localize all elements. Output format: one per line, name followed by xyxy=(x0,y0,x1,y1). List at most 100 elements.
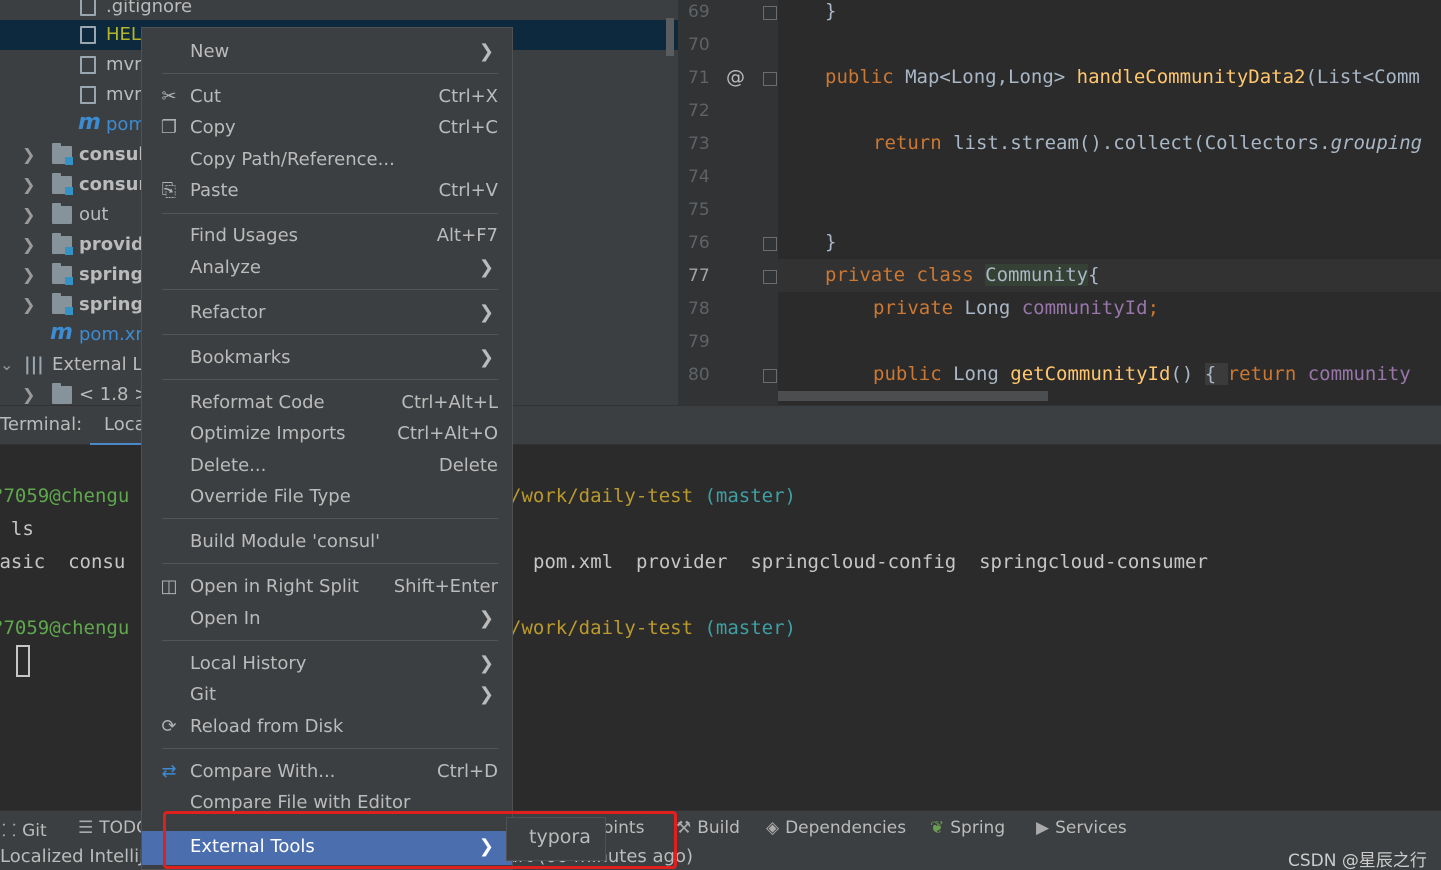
chevron-right-icon: ❯ xyxy=(478,41,494,62)
chevron-right-icon[interactable]: ❯ xyxy=(22,380,36,405)
tree-item-gitignore[interactable]: .gitignore xyxy=(0,0,678,22)
menu-item-copy-path[interactable]: Copy Path/Reference... xyxy=(142,144,512,176)
menu-item-build-module[interactable]: Build Module 'consul' xyxy=(142,526,512,558)
code-line-77: private class Community{ xyxy=(825,264,1100,286)
menu-item-reformat-code[interactable]: Reformat Code Ctrl+Alt+L xyxy=(142,387,512,419)
git-tool-button[interactable]: ⸬ Git xyxy=(2,818,47,841)
module-folder-icon xyxy=(52,293,73,315)
line-number: 74 xyxy=(688,167,710,187)
chevron-right-icon[interactable]: ❯ xyxy=(22,170,36,200)
chevron-right-icon: ❯ xyxy=(478,684,494,705)
menu-item-bookmarks[interactable]: Bookmarks ❯ xyxy=(142,342,512,374)
code-line-80: public Long getCommunityId() { return co… xyxy=(873,363,1411,385)
chevron-down-icon[interactable]: ⌄ xyxy=(0,350,14,380)
menu-item-optimize-imports[interactable]: Optimize Imports Ctrl+Alt+O xyxy=(142,418,512,450)
maven-icon: m xyxy=(78,110,101,135)
file-icon xyxy=(80,86,96,104)
reload-icon: ⟳ xyxy=(161,716,177,737)
menu-item-copy[interactable]: ❐ Copy Ctrl+C xyxy=(142,112,512,144)
script-file-icon xyxy=(80,56,96,74)
fold-start-icon[interactable] xyxy=(763,72,777,86)
layers-icon: ◈ xyxy=(766,818,780,838)
menu-item-override-file-type[interactable]: Override File Type xyxy=(142,481,512,513)
list-icon: ☰ xyxy=(78,818,94,838)
jdk-folder-icon xyxy=(52,383,72,404)
hammer-icon: ⚒ xyxy=(676,818,692,838)
module-folder-icon xyxy=(52,263,73,285)
menu-item-paste[interactable]: ⎘ Paste Ctrl+V xyxy=(142,175,512,207)
tree-scrollbar[interactable] xyxy=(666,18,674,56)
code-editor[interactable]: 69 70 71 72 73 74 75 76 77 78 79 80 @ } … xyxy=(678,0,1441,405)
menu-separator xyxy=(162,73,498,74)
menu-item-git[interactable]: Git ❯ xyxy=(142,679,512,711)
code-line-76: } xyxy=(825,231,837,253)
status-message[interactable]: Localized IntelliJ xyxy=(0,846,144,867)
menu-item-open-in[interactable]: Open In ❯ xyxy=(142,603,512,635)
chevron-right-icon: ❯ xyxy=(478,653,494,674)
line-number: 73 xyxy=(688,134,710,154)
git-branch-icon: ⸬ xyxy=(2,821,17,841)
editor-horizontal-scrollbar[interactable] xyxy=(778,391,1048,401)
split-view-icon: ◫ xyxy=(160,576,178,597)
menu-item-local-history[interactable]: Local History ❯ xyxy=(142,648,512,680)
chevron-right-icon[interactable]: ❯ xyxy=(22,200,36,230)
markdown-file-icon xyxy=(80,26,96,44)
command-line: $ ls xyxy=(10,518,34,540)
module-folder-icon xyxy=(52,173,73,195)
copy-icon: ❐ xyxy=(160,117,178,138)
fold-collapsed-icon[interactable] xyxy=(763,369,777,383)
menu-separator xyxy=(162,379,498,380)
code-line-78: private Long communityId; xyxy=(873,297,1160,319)
chevron-right-icon[interactable]: ❯ xyxy=(22,140,36,170)
spring-tool-button[interactable]: ❦ Spring xyxy=(930,818,1005,838)
chevron-right-icon[interactable]: ❯ xyxy=(22,290,36,320)
scissors-icon: ✂ xyxy=(161,86,177,107)
file-icon xyxy=(80,0,96,16)
terminal-cursor xyxy=(16,645,30,677)
menu-item-analyze[interactable]: Analyze ❯ xyxy=(142,252,512,284)
line-number: 76 xyxy=(688,233,710,253)
fold-end-icon[interactable] xyxy=(763,237,777,251)
annotation-marker-icon[interactable]: @ xyxy=(726,66,745,88)
fold-start-icon[interactable] xyxy=(763,270,777,284)
menu-separator xyxy=(162,640,498,641)
menu-item-new[interactable]: New ❯ xyxy=(142,36,512,68)
menu-item-open-right-split[interactable]: ◫ Open in Right Split Shift+Enter xyxy=(142,571,512,603)
line-number-current: 77 xyxy=(688,266,710,286)
prompt-path: /work/daily-test (master) xyxy=(510,617,796,639)
line-number: 79 xyxy=(688,332,710,352)
line-number: 78 xyxy=(688,299,710,319)
chevron-right-icon: ❯ xyxy=(478,347,494,368)
spring-leaf-icon: ❦ xyxy=(930,818,945,838)
menu-item-refactor[interactable]: Refactor ❯ xyxy=(142,297,512,329)
chevron-right-icon: ❯ xyxy=(478,302,494,323)
annotation-highlight-box xyxy=(163,811,677,869)
fold-end-icon[interactable] xyxy=(763,6,777,20)
chevron-right-icon: ❯ xyxy=(478,608,494,629)
menu-item-find-usages[interactable]: Find Usages Alt+F7 xyxy=(142,220,512,252)
chevron-right-icon[interactable]: ❯ xyxy=(22,260,36,290)
menu-separator xyxy=(162,748,498,749)
watermark: CSDN @星辰之行 xyxy=(1288,851,1427,870)
prompt-user: ?7059@chengu xyxy=(0,617,130,639)
todo-tool-button[interactable]: ☰ TODO xyxy=(78,818,150,838)
line-number: 70 xyxy=(688,35,710,55)
menu-item-cut[interactable]: ✂ Cut Ctrl+X xyxy=(142,81,512,113)
line-number: 80 xyxy=(688,365,710,385)
code-line-73: return list.stream().collect(Collectors.… xyxy=(873,132,1423,154)
ls-output-left: basic consu xyxy=(0,551,126,573)
play-circle-icon: ▶ xyxy=(1036,818,1050,838)
editor-gutter: 69 70 71 72 73 74 75 76 77 78 79 80 @ xyxy=(678,0,778,405)
line-number: 72 xyxy=(688,101,710,121)
menu-separator xyxy=(162,518,498,519)
line-number: 71 xyxy=(688,68,710,88)
chevron-right-icon[interactable]: ❯ xyxy=(22,230,36,260)
menu-item-compare-with[interactable]: ⇄ Compare With... Ctrl+D xyxy=(142,756,512,788)
module-folder-icon xyxy=(52,143,73,165)
code-line-71: public Map<Long,Long> handleCommunityDat… xyxy=(825,66,1420,88)
services-tool-button[interactable]: ▶ Services xyxy=(1036,818,1127,838)
menu-item-delete[interactable]: Delete... Delete xyxy=(142,450,512,482)
menu-item-reload-from-disk[interactable]: ⟳ Reload from Disk xyxy=(142,711,512,743)
dependencies-tool-button[interactable]: ◈ Dependencies xyxy=(766,818,906,838)
build-tool-button[interactable]: ⚒ Build xyxy=(676,818,740,838)
